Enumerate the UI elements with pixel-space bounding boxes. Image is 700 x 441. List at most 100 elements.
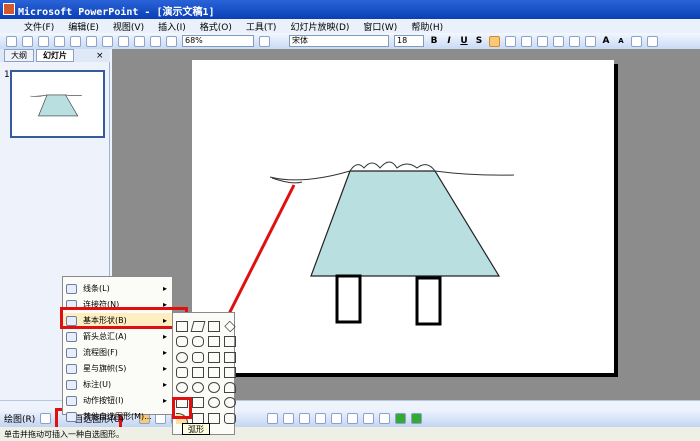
hexagon-shape-icon[interactable] xyxy=(192,351,204,363)
align-center-icon[interactable] xyxy=(505,35,516,47)
parallelogram-shape-icon[interactable] xyxy=(190,321,206,332)
moon-shape-icon[interactable] xyxy=(224,397,236,409)
menu-item-stars-banners[interactable]: 星与旗帜(S) ▸ xyxy=(63,361,172,377)
decrease-indent-icon[interactable] xyxy=(631,35,642,47)
right-triangle-shape-icon[interactable] xyxy=(224,336,236,348)
rectangle-shape-icon[interactable] xyxy=(176,321,188,332)
more-autoshapes-icon xyxy=(66,412,77,422)
smiley-shape-icon[interactable] xyxy=(176,382,188,394)
tab-slides[interactable]: 幻灯片 xyxy=(36,49,74,62)
menu-item-lines[interactable]: 线条(L) ▸ xyxy=(63,281,172,297)
menu-item-flowchart[interactable]: 流程图(F) ▸ xyxy=(63,345,172,361)
shrink-font-button[interactable]: A xyxy=(616,37,626,45)
submenu-arrow-icon: ▸ xyxy=(162,396,167,405)
slide-thumbnail[interactable] xyxy=(10,70,105,138)
chart-icon[interactable] xyxy=(150,35,161,47)
octagon2-shape-icon[interactable] xyxy=(224,412,236,424)
menu-help[interactable]: 帮助(H) xyxy=(411,20,443,33)
line-color-icon[interactable] xyxy=(314,413,326,424)
table-icon[interactable] xyxy=(166,35,177,47)
lightning-shape-icon[interactable] xyxy=(192,397,204,409)
sun-shape-icon[interactable] xyxy=(208,397,220,409)
insert-picture-icon[interactable] xyxy=(266,413,278,424)
line-style-icon[interactable] xyxy=(346,413,358,424)
font-select[interactable]: 宋体 xyxy=(289,35,389,47)
menu-format[interactable]: 格式(O) xyxy=(200,20,232,33)
paste-icon[interactable] xyxy=(118,35,129,47)
justify-icon[interactable] xyxy=(537,35,548,47)
menu-tools[interactable]: 工具(T) xyxy=(246,20,277,33)
octagon-shape-icon[interactable] xyxy=(192,336,204,348)
align-right-icon[interactable] xyxy=(521,35,532,47)
save-icon[interactable] xyxy=(38,35,49,47)
plaque-shape-icon[interactable] xyxy=(208,351,220,363)
bullets-icon[interactable] xyxy=(585,35,596,47)
bevel-shape-icon[interactable] xyxy=(208,366,220,378)
numbering-icon[interactable] xyxy=(569,35,580,47)
standard-toolbar: 68% 宋体 18 B I U S A A xyxy=(0,33,700,49)
font-color-icon[interactable] xyxy=(330,413,342,424)
slide-canvas[interactable] xyxy=(192,60,614,373)
spelling-icon[interactable] xyxy=(86,35,97,47)
new-icon[interactable] xyxy=(6,35,17,47)
permission-icon[interactable] xyxy=(54,35,65,47)
trapezoid-shape-icon[interactable] xyxy=(208,321,220,332)
dash-style-icon[interactable] xyxy=(362,413,374,424)
shadow-button[interactable]: S xyxy=(474,36,484,46)
block-arrows-icon xyxy=(66,332,77,342)
oval-shape-icon[interactable] xyxy=(176,351,188,363)
menu-file[interactable]: 文件(F) xyxy=(24,20,54,33)
rounded-rectangle-shape-icon[interactable] xyxy=(176,336,188,348)
autoshapes-menu: 线条(L) ▸ 连接符(N) ▸ 基本形状(B) ▸ 箭头总汇(A) ▸ 流程图(F) ▸… xyxy=(62,276,173,422)
tab-outline[interactable]: 大纲 xyxy=(4,49,34,62)
cube-shape-icon[interactable] xyxy=(192,366,204,378)
diamond-shape-icon[interactable] xyxy=(224,320,236,333)
pentagon-shape-icon[interactable] xyxy=(224,351,236,363)
help-icon[interactable] xyxy=(259,35,270,47)
menu-slideshow[interactable]: 幻灯片放映(D) xyxy=(290,20,349,33)
lines-icon xyxy=(66,284,77,294)
print-icon[interactable] xyxy=(70,35,81,47)
open-icon[interactable] xyxy=(22,35,33,47)
increase-indent-icon[interactable] xyxy=(647,35,658,47)
menu-window[interactable]: 窗口(W) xyxy=(363,20,397,33)
arrow-style-icon[interactable] xyxy=(378,413,390,424)
zoom-select[interactable]: 68% xyxy=(182,35,254,47)
underline-button[interactable]: U xyxy=(459,36,469,46)
clipart-icon[interactable] xyxy=(282,413,294,424)
menu-item-more-autoshapes[interactable]: 其他自选图形(M)... xyxy=(63,409,172,425)
align-left-icon[interactable] xyxy=(489,35,500,47)
menu-item-callouts[interactable]: 标注(U) ▸ xyxy=(63,377,172,393)
block-arc-shape-icon[interactable] xyxy=(224,382,236,394)
menu-insert[interactable]: 插入(I) xyxy=(158,20,186,33)
copy-icon[interactable] xyxy=(102,35,113,47)
undo-icon[interactable] xyxy=(134,35,145,47)
font-size-select[interactable]: 18 xyxy=(394,35,424,47)
no-symbol-shape-icon[interactable] xyxy=(208,382,220,394)
can-shape-icon[interactable] xyxy=(176,366,188,378)
close-icon[interactable]: × xyxy=(96,51,104,61)
distributed-icon[interactable] xyxy=(553,35,564,47)
menu-item-block-arrows[interactable]: 箭头总汇(A) ▸ xyxy=(63,329,172,345)
app-icon xyxy=(3,3,15,15)
tooltip: 弧形 xyxy=(182,423,210,435)
shadow-style-icon[interactable] xyxy=(394,413,406,424)
bold-button[interactable]: B xyxy=(429,36,439,46)
3d-style-icon[interactable] xyxy=(410,413,422,424)
draw-menu-button[interactable]: 绘图(R) xyxy=(4,412,35,425)
select-objects-icon[interactable] xyxy=(40,413,52,424)
fill-color-icon[interactable] xyxy=(298,413,310,424)
italic-button[interactable]: I xyxy=(444,36,454,46)
submenu-arrow-icon: ▸ xyxy=(162,348,167,357)
left-leg xyxy=(335,274,362,324)
folded-corner-shape-icon[interactable] xyxy=(224,366,236,378)
grow-font-button[interactable]: A xyxy=(601,36,611,46)
donut-shape-icon[interactable] xyxy=(192,382,204,394)
label: 流程图(F) xyxy=(83,348,118,357)
submenu-arrow-icon: ▸ xyxy=(162,364,167,373)
menu-edit[interactable]: 编辑(E) xyxy=(68,20,99,33)
menu-view[interactable]: 视图(V) xyxy=(113,20,144,33)
label: 箭头总汇(A) xyxy=(83,332,127,341)
triangle-shape-icon[interactable] xyxy=(208,336,220,348)
menu-item-action-buttons[interactable]: 动作按钮(I) ▸ xyxy=(63,393,172,409)
